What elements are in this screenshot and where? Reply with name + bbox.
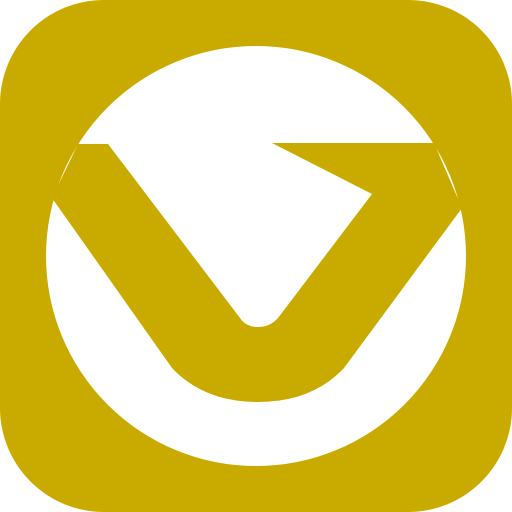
app-logo-icon <box>0 0 512 512</box>
app-logo-svg <box>0 0 512 512</box>
